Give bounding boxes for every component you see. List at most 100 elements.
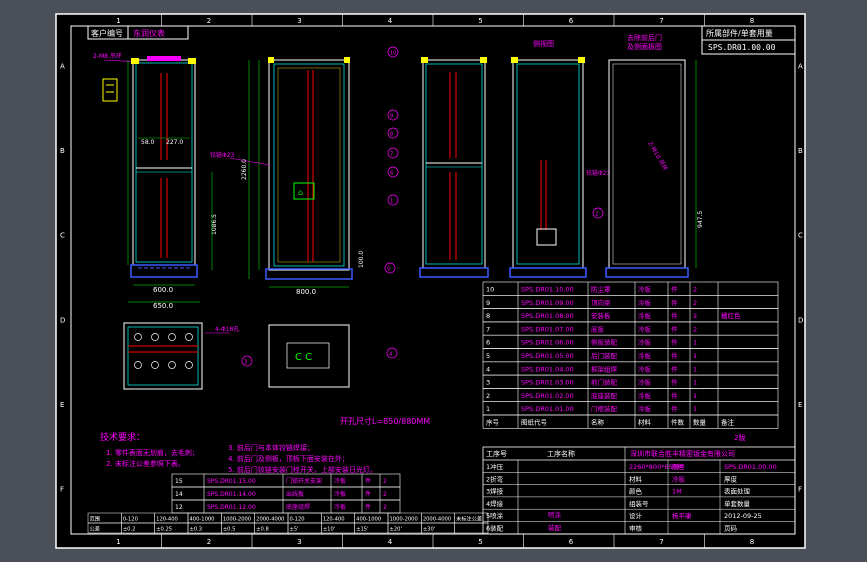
- bom-cell-unit: 件: [671, 311, 678, 320]
- bom-header-material: 材料: [638, 418, 652, 427]
- bom-cell-name: 前门装配: [591, 378, 618, 387]
- tolerance-cell: ±0.8: [256, 527, 269, 533]
- bom-cell-name: 安装板: [591, 311, 611, 320]
- row-mark: E: [798, 401, 802, 409]
- title-cell: 2012-09-25: [724, 512, 762, 520]
- tolerance-cell: ±10': [323, 527, 335, 533]
- balloon-number: 2: [595, 212, 598, 218]
- bom-extra-cell-qty: 2: [383, 491, 387, 498]
- bom-extra-cell-unit: 件: [365, 503, 371, 511]
- bom-cell-name: 防尘罩: [591, 285, 611, 294]
- base-holes-note: 4-Φ18孔: [215, 325, 239, 333]
- col-mark: 7: [659, 538, 663, 546]
- bom-extra-cell-code: SPS.DR01.15.00: [207, 478, 256, 485]
- svg-text:铰链Φ23: 铰链Φ23: [586, 169, 611, 177]
- bom-cell-code: SPS.DR01.05.00: [521, 352, 574, 360]
- bom-extra-cell-qty: 2: [383, 478, 387, 485]
- tolerance-cell: 范围: [90, 515, 100, 523]
- process-step: 1冲压: [486, 462, 504, 471]
- row-mark: F: [798, 486, 802, 494]
- title-cell: 图号: [672, 463, 686, 471]
- tech-req-line-1: 1. 零件表面无划痕，去毛刺；: [106, 448, 199, 457]
- bom-cell-code: SPS.DR01.09.00: [521, 299, 574, 307]
- bom-extra-cell-qty: 2: [383, 504, 387, 511]
- row-mark: A: [798, 62, 803, 70]
- bom-cell-material: 冷板: [638, 351, 652, 360]
- col-mark: 8: [750, 538, 754, 546]
- balloon-number: 3: [244, 360, 247, 366]
- bom-cell-no: 7: [486, 325, 490, 333]
- bom-extra-cell-no: 14: [175, 491, 183, 498]
- bom-extra-cell-material: 冷板: [334, 503, 346, 511]
- cad-drawing-canvas: 1122334455667788 A AB BC CD DE EF F 客户编号 东润仪表 …: [0, 0, 867, 562]
- version: 2版: [734, 433, 745, 442]
- bom-cell-name: 框架组焊: [591, 364, 618, 373]
- tolerance-cell: ±5': [290, 527, 299, 533]
- bom-cell-qty: 2: [693, 286, 697, 294]
- title-cell: 厚度: [724, 474, 738, 483]
- col-mark: 7: [659, 17, 663, 25]
- dim-height: 2260.0: [241, 159, 248, 180]
- tolerance-cell: 1000-2000: [223, 517, 251, 523]
- row-mark: B: [798, 147, 803, 155]
- row-mark: D: [798, 316, 803, 324]
- col-mark: 2: [207, 17, 211, 25]
- bom-header-no: 序号: [486, 418, 500, 427]
- tolerance-cell: 120-400: [156, 517, 178, 523]
- process-step: 6装配: [486, 524, 504, 533]
- bom-header-code: 图纸代号: [521, 418, 548, 427]
- bom-cell-no: 1: [486, 405, 490, 413]
- tech-req-line-5: 5. 前后门铰链安装门栓开关，上部安装日光灯。: [228, 465, 377, 474]
- bom-extra-cell-name: 门锁开关支架: [286, 477, 322, 485]
- title-cell: 材料: [629, 474, 643, 483]
- bom-cell-qty: 1: [693, 392, 697, 400]
- col-mark: 6: [569, 538, 574, 546]
- row-mark: E: [60, 401, 64, 409]
- bom-extra-cell-unit: 件: [365, 490, 371, 498]
- opening-size-note: 开孔尺寸L=850/880MM: [340, 416, 430, 426]
- balloon-number: 8: [390, 132, 393, 138]
- tech-req-line-3: 3. 前后门与本体铰链焊接；: [228, 443, 314, 452]
- title-cell: 页码: [724, 525, 738, 533]
- balloon-number: 4: [389, 352, 392, 358]
- bom-extra-cell-no: 15: [175, 478, 183, 485]
- tolerance-cell: 1000-2000: [390, 517, 418, 523]
- dim-width-total: 650.0: [153, 302, 173, 310]
- process-step: 4焊接: [486, 499, 504, 508]
- bom-cell-unit: 件: [671, 364, 678, 373]
- bom-header-name: 名称: [591, 418, 605, 427]
- title-cell: 单套数量: [724, 499, 751, 508]
- work-name-header: 工序名称: [547, 449, 575, 458]
- bom-cell-name: 底座装配: [591, 391, 618, 400]
- tech-req-line-2: 2. 未标注公差参照下表。: [106, 459, 185, 468]
- tolerance-cell: 400-1000: [356, 517, 381, 523]
- bom-cell-material: 冷板: [638, 285, 652, 294]
- process-step: 5喷涂: [486, 511, 504, 520]
- tolerance-cell: ±20': [390, 527, 402, 533]
- balloon-number: 7: [390, 152, 393, 158]
- dim-227: 227.0: [166, 139, 183, 146]
- bom-cell-no: 9: [486, 299, 490, 307]
- tolerance-cell: ±0.2: [123, 527, 136, 533]
- col-mark: 1: [116, 538, 120, 546]
- tech-req-line-4: 4. 前后门及侧板，顶板下面安装在外；: [228, 454, 349, 463]
- col-mark: 5: [478, 538, 482, 546]
- bom-cell-name: 侧板装配: [591, 338, 618, 347]
- bom-extra-cell-code: SPS.DR01.12.00: [207, 504, 256, 511]
- title-cell: 设计: [629, 511, 643, 520]
- title-cell: 杨平康: [672, 511, 692, 520]
- bom-cell-note: 橘红色: [721, 311, 741, 320]
- assembly-note: 装配: [548, 523, 562, 532]
- bom-cell-qty: 1: [693, 405, 697, 413]
- bom-cell-qty: 1: [693, 352, 697, 360]
- row-mark: D: [60, 316, 65, 324]
- tolerance-cell: ±0.25: [156, 527, 172, 533]
- bom-cell-unit: 件: [671, 338, 678, 347]
- col-mark: 8: [750, 17, 754, 25]
- bom-cell-qty: 1: [693, 365, 697, 373]
- row-mark: F: [60, 486, 64, 494]
- bom-cell-unit: 件: [671, 378, 678, 387]
- process-step: 3焊接: [486, 487, 504, 496]
- bom-cell-qty: 1: [693, 379, 697, 387]
- parts-header: 所属部件/单套用量: [706, 28, 773, 38]
